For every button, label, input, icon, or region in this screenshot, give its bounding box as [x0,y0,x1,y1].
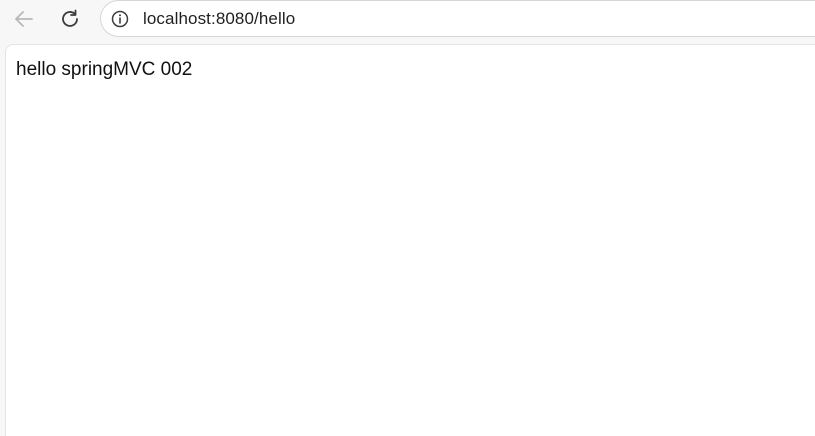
page-viewport: hello springMVC 002 [5,44,815,436]
page-body-text: hello springMVC 002 [16,59,193,80]
address-bar[interactable]: localhost:8080/hello [100,0,815,37]
reload-button[interactable] [55,4,85,34]
info-icon[interactable] [111,10,129,28]
reload-icon [62,9,78,27]
browser-toolbar: localhost:8080/hello [0,0,815,44]
back-button[interactable] [9,4,39,34]
url-text[interactable]: localhost:8080/hello [143,9,295,29]
back-arrow-icon [15,11,33,27]
